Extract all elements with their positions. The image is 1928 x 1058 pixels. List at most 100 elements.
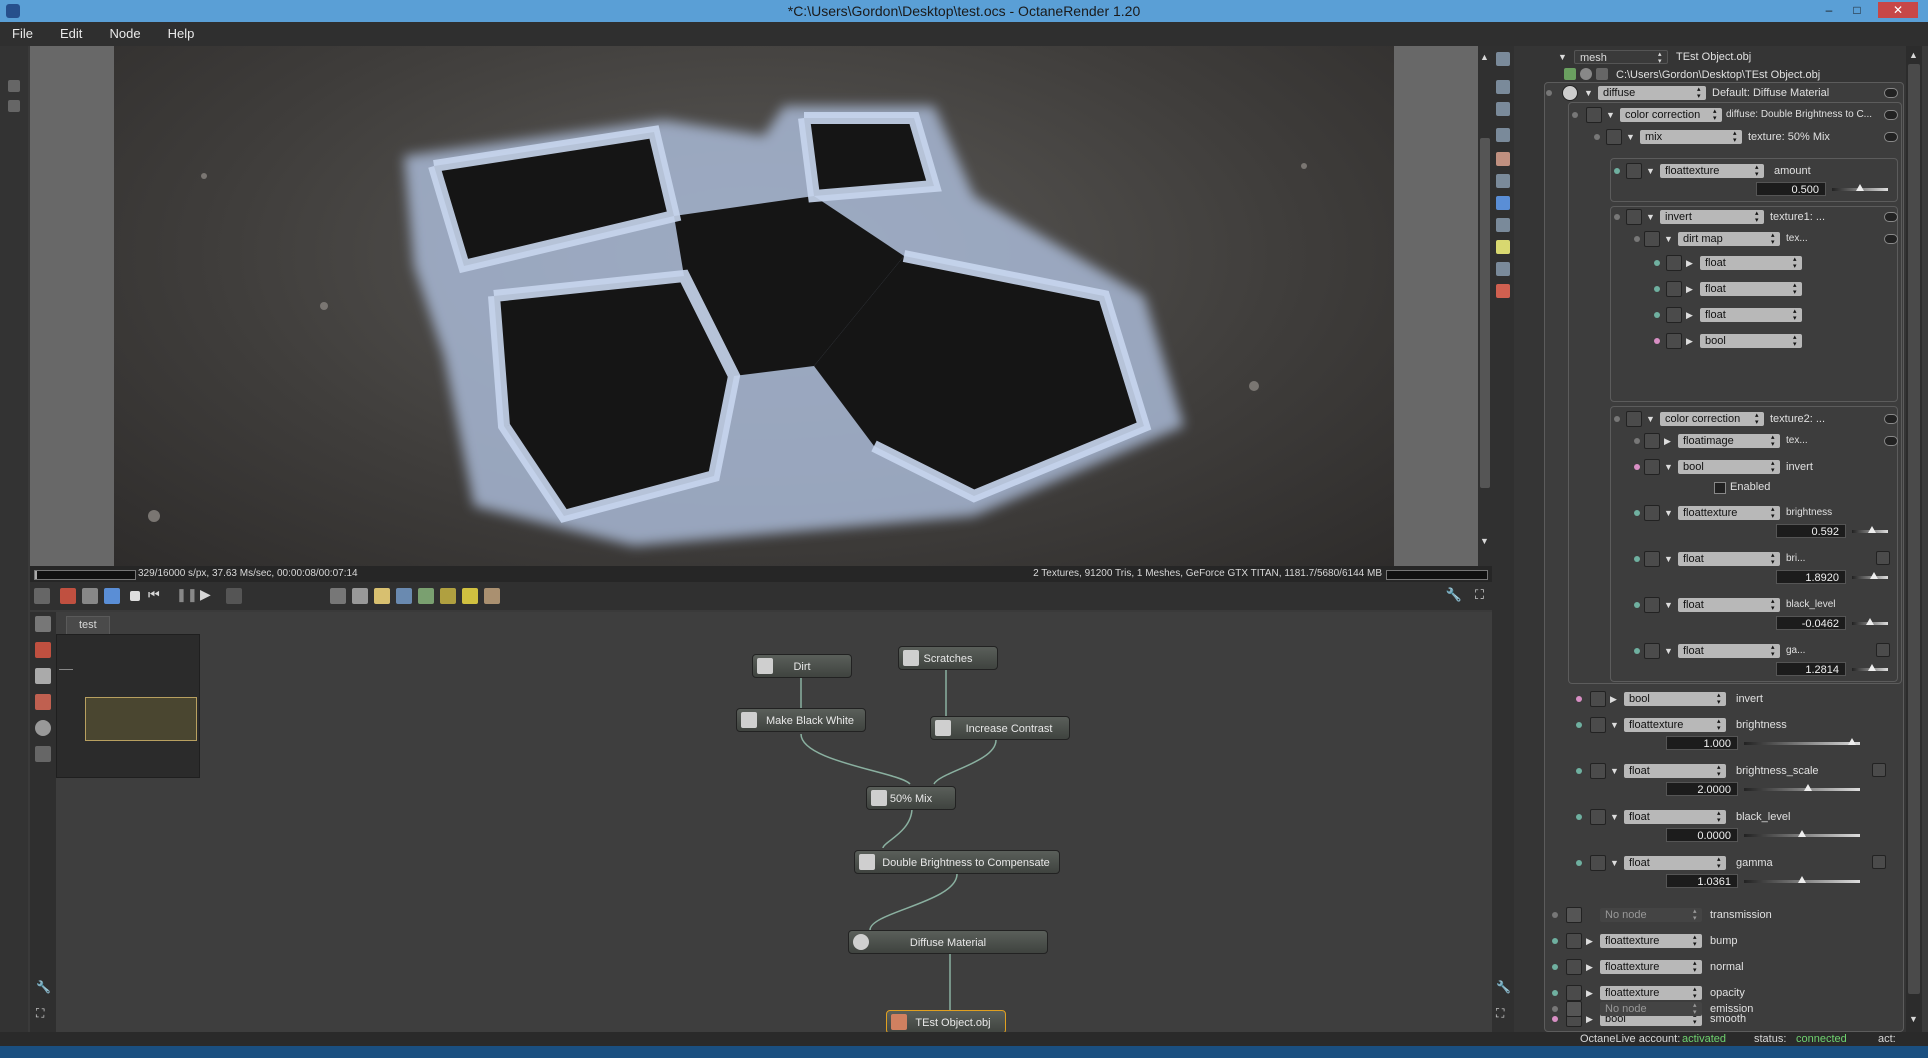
material-icon[interactable] — [1496, 284, 1510, 298]
bool-select[interactable]: bool — [1624, 692, 1726, 706]
wrench-icon[interactable]: 🔧 — [36, 980, 51, 994]
layout-icon[interactable] — [34, 588, 50, 604]
image-icon[interactable] — [1496, 218, 1510, 232]
scroll-up-icon[interactable]: ▲ — [1480, 52, 1489, 62]
floattexture-select[interactable]: floattexture — [1624, 718, 1726, 732]
expand-icon[interactable]: ▼ — [1626, 128, 1635, 146]
node-inspector[interactable]: ▼ mesh TEst Object.obj C:\Users\Gordon\D… — [1514, 46, 1906, 1032]
collapse-icon[interactable]: ▶ — [1586, 932, 1593, 950]
graph-icon[interactable] — [1496, 262, 1510, 276]
play-icon[interactable]: ▶ — [200, 586, 211, 603]
outer-gamma-slider[interactable] — [1744, 874, 1860, 886]
film-icon[interactable] — [352, 588, 368, 604]
outer-bscale-slider[interactable] — [1744, 782, 1860, 794]
camera-icon[interactable] — [1496, 52, 1510, 66]
node-increase-contrast[interactable]: Increase Contrast — [930, 716, 1070, 740]
expand-icon[interactable]: ▼ — [1584, 84, 1593, 102]
fit-view-icon[interactable]: ⛶ — [36, 1006, 44, 1021]
wrench-icon[interactable]: 🔧 — [1446, 587, 1462, 603]
menu-edit[interactable]: Edit — [48, 22, 94, 46]
menu-node[interactable]: Node — [97, 22, 152, 46]
collapse-icon[interactable] — [8, 100, 20, 112]
emission-icon[interactable] — [35, 720, 51, 736]
stop-icon[interactable] — [130, 591, 140, 601]
graph-icon[interactable] — [35, 616, 51, 632]
amount-slider[interactable] — [1832, 182, 1888, 194]
sun-icon[interactable] — [374, 588, 390, 604]
outer-brightness-value[interactable]: 1.000 — [1666, 736, 1738, 750]
tab-test[interactable]: test — [66, 616, 110, 634]
menu-file[interactable]: File — [0, 22, 45, 46]
cc2-black-value[interactable]: -0.0462 — [1776, 616, 1846, 630]
material-icon[interactable] — [35, 668, 51, 684]
eye-icon[interactable] — [1884, 436, 1898, 446]
eye-icon[interactable] — [1884, 110, 1898, 120]
globe-icon[interactable] — [1496, 196, 1510, 210]
fullscreen-icon[interactable]: ⛶ — [1496, 1006, 1504, 1021]
expand-icon[interactable]: ▼ — [1646, 162, 1655, 180]
inspector-scrollbar[interactable]: ▲ ▼ — [1906, 46, 1922, 1032]
copy-icon[interactable] — [396, 588, 412, 604]
collapse-icon[interactable]: ▶ — [1586, 958, 1593, 976]
sun-icon[interactable] — [1496, 240, 1510, 254]
floattexture-select[interactable]: floattexture — [1678, 506, 1780, 520]
floatimage-select[interactable]: floatimage — [1678, 434, 1780, 448]
texture-icon[interactable] — [1496, 152, 1510, 166]
maximize-button[interactable]: □ — [1846, 2, 1868, 18]
camera-icon[interactable] — [82, 588, 98, 604]
list-icon[interactable] — [1496, 102, 1510, 116]
scroll-thumb[interactable] — [1908, 64, 1920, 994]
minimap-viewport[interactable] — [85, 697, 197, 741]
emission-select[interactable]: No node — [1600, 1002, 1702, 1016]
node-make-black-white[interactable]: Make Black White — [736, 708, 866, 732]
outer-bscale-value[interactable]: 2.0000 — [1666, 782, 1738, 796]
expand-icon[interactable]: ▼ — [1558, 48, 1567, 66]
diffuse-type-select[interactable]: diffuse — [1598, 86, 1706, 100]
cc2-brightness-value[interactable]: 0.592 — [1776, 524, 1846, 538]
cc-type-select[interactable]: color correction — [1620, 108, 1722, 122]
float-select[interactable]: float — [1700, 256, 1802, 270]
float-select[interactable]: float — [1678, 598, 1780, 612]
collapse-icon[interactable]: ▶ — [1686, 280, 1693, 298]
bool-select[interactable]: bool — [1700, 334, 1802, 348]
expand-icon[interactable]: ▼ — [1664, 642, 1673, 660]
outer-gamma-value[interactable]: 1.0361 — [1666, 874, 1738, 888]
curve-icon[interactable] — [1876, 643, 1890, 657]
edit-path-icon[interactable] — [1596, 68, 1608, 80]
collapse-icon[interactable]: ▶ — [1664, 432, 1671, 450]
bool-select[interactable]: bool — [1678, 460, 1780, 474]
float-select[interactable]: float — [1678, 644, 1780, 658]
amount-type-select[interactable]: floattexture — [1660, 164, 1764, 178]
export-icon[interactable] — [418, 588, 434, 604]
node-double-brightness[interactable]: Double Brightness to Compensate — [854, 850, 1060, 874]
float-select[interactable]: float — [1678, 552, 1780, 566]
restart-render-icon[interactable] — [60, 588, 76, 604]
scroll-up-icon[interactable]: ▲ — [1909, 50, 1918, 60]
amount-value[interactable]: 0.500 — [1756, 182, 1826, 196]
collapse-icon[interactable]: ▶ — [1686, 306, 1693, 324]
expand-icon[interactable]: ▼ — [1646, 410, 1655, 428]
curve-icon[interactable] — [1876, 551, 1890, 565]
opacity-select[interactable]: floattexture — [1600, 986, 1702, 1000]
node-test-object[interactable]: TEst Object.obj — [886, 1010, 1006, 1034]
invert-type-select[interactable]: invert — [1660, 210, 1764, 224]
collapse-icon[interactable]: ▶ — [1686, 254, 1693, 272]
cc2-type-select[interactable]: color correction — [1660, 412, 1764, 426]
node-diffuse-material[interactable]: Diffuse Material — [848, 930, 1048, 954]
texture-icon[interactable] — [35, 694, 51, 710]
normal-select[interactable]: floattexture — [1600, 960, 1702, 974]
curve-icon[interactable] — [1872, 763, 1886, 777]
eye-icon[interactable] — [1884, 234, 1898, 244]
cc2-gamma-slider[interactable] — [1852, 662, 1888, 674]
menu-help[interactable]: Help — [156, 22, 207, 46]
float-select[interactable]: float — [1700, 282, 1802, 296]
cc2-bri-slider[interactable] — [1852, 570, 1888, 582]
zoom-icon[interactable] — [330, 588, 346, 604]
node-50-mix[interactable]: 50% Mix — [866, 786, 956, 810]
minimize-button[interactable]: – — [1818, 2, 1840, 18]
float-select[interactable]: float — [1624, 764, 1726, 778]
expand-icon[interactable]: ▼ — [1610, 854, 1619, 872]
outer-brightness-slider[interactable] — [1744, 736, 1860, 748]
pause-icon[interactable]: ❚❚ — [176, 587, 198, 603]
medium-icon[interactable] — [35, 746, 51, 762]
